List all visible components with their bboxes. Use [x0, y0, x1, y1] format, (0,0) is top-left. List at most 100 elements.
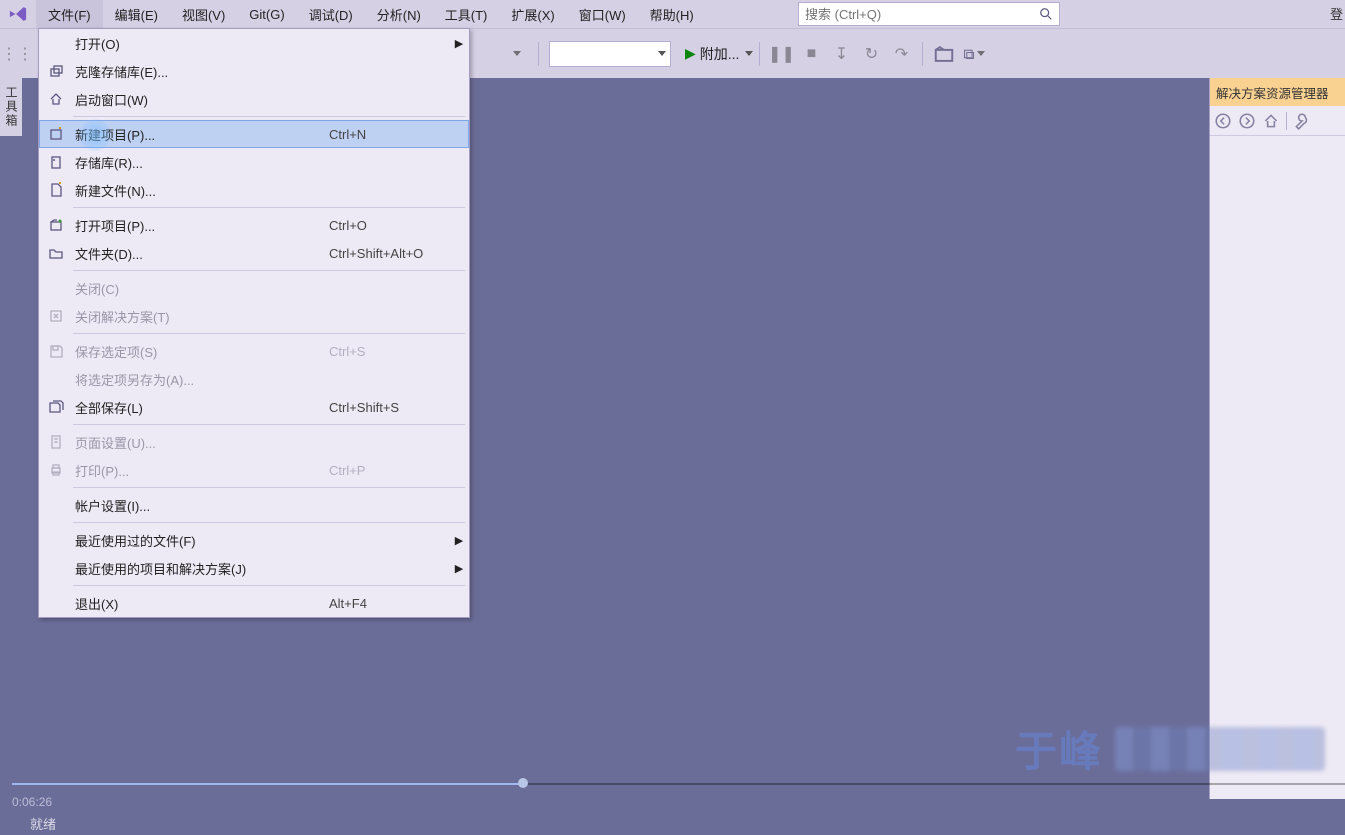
stop-icon: ■	[800, 43, 822, 65]
menu-separator	[73, 270, 465, 271]
menu-item-0[interactable]: 文件(F)	[36, 0, 103, 28]
repo-icon	[39, 154, 73, 170]
menu-item-shortcut: Ctrl+Shift+S	[329, 400, 449, 415]
search-icon	[1039, 7, 1053, 21]
solution-explorer-title[interactable]: 解决方案资源管理器	[1210, 78, 1345, 106]
menu-item-7[interactable]: 扩展(X)	[499, 0, 566, 28]
menu-item-shortcut: Ctrl+Shift+Alt+O	[329, 246, 449, 261]
menu-separator	[73, 585, 465, 586]
file-menu-item-6[interactable]: 打开项目(P)...Ctrl+O	[39, 211, 469, 239]
menu-bar: 文件(F)编辑(E)视图(V)Git(G)调试(D)分析(N)工具(T)扩展(X…	[36, 0, 706, 28]
menu-item-label: 将选定项另存为(A)...	[73, 370, 329, 389]
vs-logo-icon	[0, 0, 36, 28]
file-menu-item-0[interactable]: 打开(O) ▶	[39, 29, 469, 57]
menu-item-8[interactable]: 窗口(W)	[567, 0, 638, 28]
window-tool-icon[interactable]	[963, 43, 985, 65]
video-timeline[interactable]	[12, 781, 1345, 787]
config-combo[interactable]	[549, 41, 671, 67]
menu-separator	[73, 522, 465, 523]
menu-item-label: 全部保存(L)	[73, 398, 329, 417]
menu-separator	[73, 207, 465, 208]
file-menu-item-1[interactable]: 克隆存储库(E)...	[39, 57, 469, 85]
solution-explorer-panel: 解决方案资源管理器	[1209, 78, 1345, 799]
file-menu-item-10: 保存选定项(S)Ctrl+S	[39, 337, 469, 365]
save-icon	[39, 343, 73, 359]
menu-item-label: 打开(O)	[73, 34, 329, 53]
forward-icon[interactable]	[1238, 112, 1256, 130]
timeline-fill	[12, 783, 522, 785]
menu-item-3[interactable]: Git(G)	[237, 0, 296, 28]
submenu-arrow-icon: ▶	[449, 37, 469, 50]
menu-item-label: 新建项目(P)...	[73, 125, 329, 144]
attach-label: 附加...	[700, 44, 740, 64]
file-menu-item-5[interactable]: 新建文件(N)...	[39, 176, 469, 204]
menu-item-shortcut: Ctrl+S	[329, 344, 449, 359]
menu-separator	[73, 333, 465, 334]
menu-item-shortcut: Ctrl+N	[329, 127, 449, 142]
menu-item-label: 新建文件(N)...	[73, 181, 329, 200]
menu-separator	[73, 116, 465, 117]
newfile-icon	[39, 182, 73, 198]
menu-item-label: 打开项目(P)...	[73, 216, 329, 235]
closesln-icon	[39, 308, 73, 324]
attach-button[interactable]: 附加...	[700, 44, 754, 64]
pause-icon: ❚❚	[770, 43, 792, 65]
menu-item-4[interactable]: 调试(D)	[297, 0, 365, 28]
menu-item-shortcut: Alt+F4	[329, 596, 449, 611]
menu-separator	[73, 424, 465, 425]
menu-item-label: 文件夹(D)...	[73, 244, 329, 263]
print-icon	[39, 462, 73, 478]
submenu-arrow-icon: ▶	[449, 534, 469, 547]
file-menu-item-8: 关闭(C)	[39, 274, 469, 302]
menu-item-6[interactable]: 工具(T)	[433, 0, 500, 28]
home-icon	[39, 91, 73, 107]
file-menu-item-11: 将选定项另存为(A)...	[39, 365, 469, 393]
folder-icon	[39, 245, 73, 261]
menu-item-1[interactable]: 编辑(E)	[103, 0, 170, 28]
menu-bar-container: 文件(F)编辑(E)视图(V)Git(G)调试(D)分析(N)工具(T)扩展(X…	[0, 0, 1345, 28]
toolbar-separator	[759, 42, 760, 66]
home-icon[interactable]	[1262, 112, 1280, 130]
file-menu-item-2[interactable]: 启动窗口(W)	[39, 85, 469, 113]
timecode-label: 0:06:26	[12, 795, 52, 809]
play-icon[interactable]: ▶	[685, 45, 696, 62]
watermark-text: 于峰	[1015, 718, 1103, 779]
separator	[1286, 112, 1287, 130]
file-menu-item-12[interactable]: 全部保存(L)Ctrl+Shift+S	[39, 393, 469, 421]
timeline-knob[interactable]	[518, 778, 528, 788]
status-bar: 就绪	[0, 811, 1345, 835]
file-menu-item-16[interactable]: 最近使用过的文件(F)▶	[39, 526, 469, 554]
menu-item-label: 关闭(C)	[73, 279, 329, 298]
search-box[interactable]	[798, 2, 1060, 26]
menu-item-label: 启动窗口(W)	[73, 90, 329, 109]
watermark: 于峰	[1015, 718, 1325, 779]
menu-item-label: 关闭解决方案(T)	[73, 307, 329, 326]
menu-item-label: 存储库(R)...	[73, 153, 329, 172]
folder-tool-icon[interactable]	[933, 43, 955, 65]
menu-item-shortcut: Ctrl+P	[329, 463, 449, 478]
search-input[interactable]	[805, 7, 1039, 22]
toolbar-separator	[538, 42, 539, 66]
step-icon: ↧	[830, 43, 852, 65]
menu-item-2[interactable]: 视图(V)	[170, 0, 237, 28]
file-menu-item-4[interactable]: 存储库(R)...	[39, 148, 469, 176]
menu-item-9[interactable]: 帮助(H)	[638, 0, 706, 28]
menu-item-label: 退出(X)	[73, 594, 329, 613]
dropdown-icon[interactable]	[506, 43, 528, 65]
file-menu-item-3[interactable]: 新建项目(P)...Ctrl+N	[39, 120, 469, 148]
file-menu-dropdown: 打开(O) ▶ 克隆存储库(E)... 启动窗口(W) 新建项目(P)...Ctrl+N…	[38, 28, 470, 618]
file-menu-item-7[interactable]: 文件夹(D)...Ctrl+Shift+Alt+O	[39, 239, 469, 267]
login-link[interactable]: 登	[1330, 4, 1343, 23]
menu-item-shortcut: Ctrl+O	[329, 218, 449, 233]
file-menu-item-15[interactable]: 帐户设置(I)...	[39, 491, 469, 519]
file-menu-item-18[interactable]: 退出(X)Alt+F4	[39, 589, 469, 617]
menu-item-5[interactable]: 分析(N)	[365, 0, 433, 28]
grip-icon: ⋮⋮	[6, 43, 28, 65]
menu-item-label: 打印(P)...	[73, 461, 329, 480]
openproj-icon	[39, 217, 73, 233]
file-menu-item-17[interactable]: 最近使用的项目和解决方案(J)▶	[39, 554, 469, 582]
toolbox-tab[interactable]: 工具箱	[0, 78, 22, 136]
menu-item-label: 页面设置(U)...	[73, 433, 329, 452]
wrench-icon[interactable]	[1293, 112, 1311, 130]
back-icon[interactable]	[1214, 112, 1232, 130]
